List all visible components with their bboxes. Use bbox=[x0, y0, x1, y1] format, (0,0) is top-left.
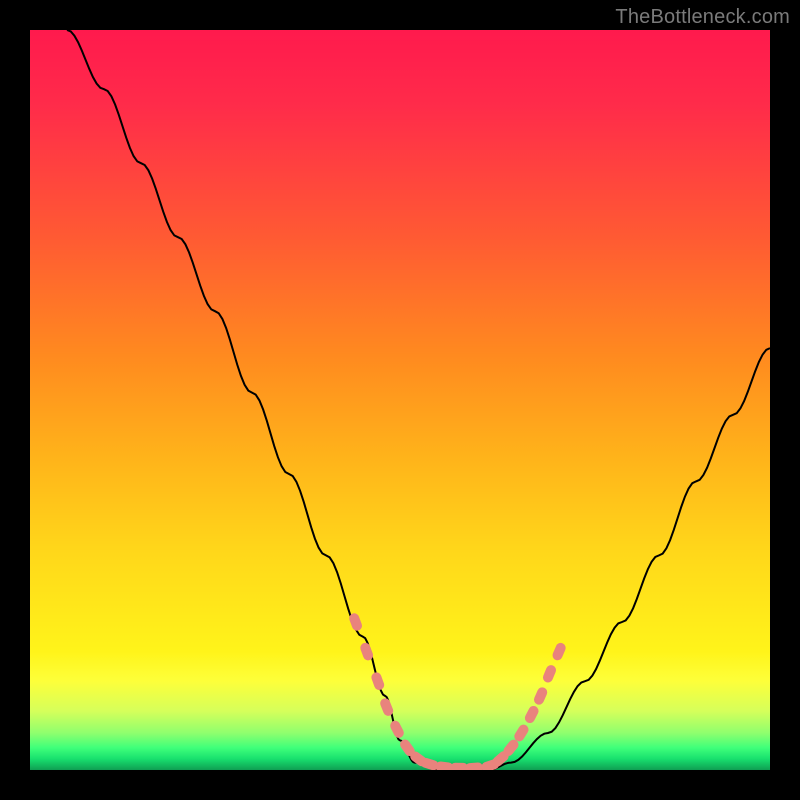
chart-frame: TheBottleneck.com bbox=[0, 0, 800, 800]
marker-dot bbox=[465, 762, 484, 770]
marker-dot bbox=[370, 671, 386, 691]
plot-area bbox=[30, 30, 770, 770]
curve-layer bbox=[30, 30, 770, 770]
marker-dot bbox=[532, 686, 548, 706]
marker-dot bbox=[523, 704, 540, 725]
bottleneck-curve bbox=[67, 30, 770, 770]
marker-dot bbox=[388, 719, 405, 740]
watermark-text: TheBottleneck.com bbox=[615, 6, 790, 29]
marker-dot bbox=[541, 664, 557, 684]
marker-dot bbox=[551, 641, 567, 661]
curve-line bbox=[67, 30, 770, 770]
